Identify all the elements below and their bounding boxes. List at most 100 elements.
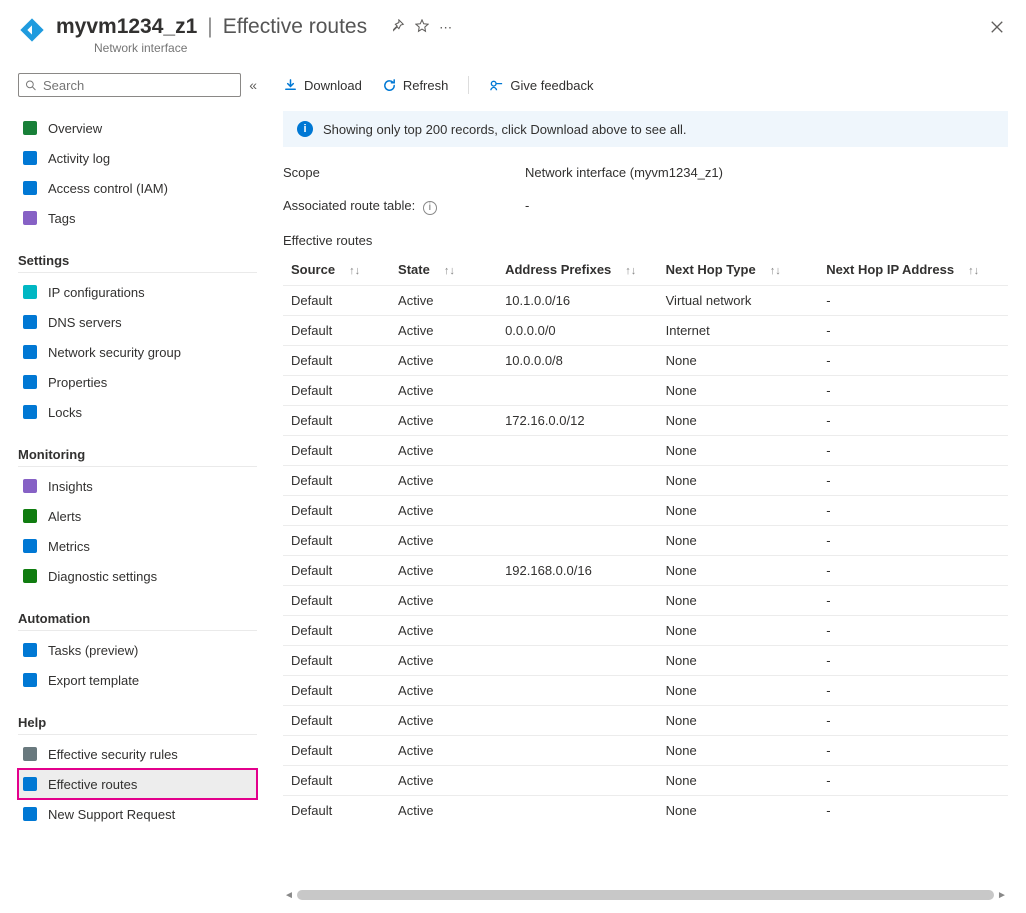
- cell-us: -: [1000, 645, 1008, 675]
- table-row[interactable]: DefaultActiveNone--: [283, 765, 1008, 795]
- col-us[interactable]: Us: [1000, 254, 1008, 286]
- table-row[interactable]: DefaultActiveNone--: [283, 525, 1008, 555]
- cell-nhip: -: [818, 675, 1000, 705]
- sidebar-item-network-security-group[interactable]: Network security group: [18, 337, 257, 367]
- sidebar-item-activity-log[interactable]: Activity log: [18, 143, 257, 173]
- download-button[interactable]: Download: [283, 78, 362, 93]
- table-row[interactable]: DefaultActive10.1.0.0/16Virtual network-…: [283, 285, 1008, 315]
- scroll-right-icon[interactable]: ►: [996, 890, 1008, 900]
- cell-us: -: [1000, 495, 1008, 525]
- scope-label: Scope: [283, 165, 525, 180]
- associated-route-label: Associated route table:: [283, 198, 415, 213]
- sidebar-heading-automation: Automation: [18, 607, 257, 631]
- feedback-button[interactable]: Give feedback: [489, 78, 593, 93]
- search-input[interactable]: [41, 77, 234, 94]
- cell-nhip: -: [818, 315, 1000, 345]
- sidebar-item-tasks-preview-[interactable]: Tasks (preview): [18, 635, 257, 665]
- table-row[interactable]: DefaultActiveNone--: [283, 375, 1008, 405]
- cell-prefix: [497, 795, 658, 825]
- sort-icon[interactable]: ↑↓: [625, 265, 636, 277]
- cell-us: -: [1000, 765, 1008, 795]
- item-icon: [22, 806, 38, 822]
- cell-state: Active: [390, 315, 497, 345]
- col-next-hop-ip[interactable]: Next Hop IP Address↑↓: [818, 254, 1000, 286]
- table-row[interactable]: DefaultActiveNone--: [283, 495, 1008, 525]
- sidebar-item-metrics[interactable]: Metrics: [18, 531, 257, 561]
- cell-source: Default: [283, 555, 390, 585]
- col-source[interactable]: Source↑↓: [283, 254, 390, 286]
- sidebar-item-export-template[interactable]: Export template: [18, 665, 257, 695]
- cell-nhip: -: [818, 525, 1000, 555]
- col-state[interactable]: State↑↓: [390, 254, 497, 286]
- cell-source: Default: [283, 735, 390, 765]
- scroll-left-icon[interactable]: ◄: [283, 890, 295, 900]
- sidebar-item-label: Tasks (preview): [48, 643, 138, 658]
- sidebar-heading-monitoring: Monitoring: [18, 443, 257, 467]
- sidebar-item-ip-configurations[interactable]: IP configurations: [18, 277, 257, 307]
- refresh-button[interactable]: Refresh: [382, 78, 449, 93]
- cell-source: Default: [283, 315, 390, 345]
- table-row[interactable]: DefaultActiveNone--: [283, 435, 1008, 465]
- sidebar-item-properties[interactable]: Properties: [18, 367, 257, 397]
- sidebar-item-overview[interactable]: Overview: [18, 113, 257, 143]
- sidebar-item-effective-routes[interactable]: Effective routes: [18, 769, 257, 799]
- cell-us: -: [1000, 525, 1008, 555]
- sort-icon[interactable]: ↑↓: [444, 265, 455, 277]
- horizontal-scrollbar[interactable]: ◄ ►: [283, 888, 1008, 902]
- associated-route-value: -: [525, 198, 529, 215]
- cell-us: -: [1000, 375, 1008, 405]
- table-row[interactable]: DefaultActive172.16.0.0/12None--: [283, 405, 1008, 435]
- sort-icon[interactable]: ↑↓: [770, 265, 781, 277]
- collapse-sidebar-icon[interactable]: «: [249, 77, 257, 93]
- cell-source: Default: [283, 285, 390, 315]
- cell-prefix: [497, 645, 658, 675]
- sidebar-item-diagnostic-settings[interactable]: Diagnostic settings: [18, 561, 257, 591]
- cell-source: Default: [283, 615, 390, 645]
- sidebar-item-dns-servers[interactable]: DNS servers: [18, 307, 257, 337]
- sort-icon[interactable]: ↑↓: [349, 265, 360, 277]
- table-row[interactable]: DefaultActiveNone--: [283, 615, 1008, 645]
- cell-nht: None: [658, 405, 819, 435]
- table-row[interactable]: DefaultActiveNone--: [283, 735, 1008, 765]
- cell-nht: None: [658, 765, 819, 795]
- cell-state: Active: [390, 645, 497, 675]
- cell-prefix: [497, 585, 658, 615]
- sidebar-item-label: Effective security rules: [48, 747, 178, 762]
- table-row[interactable]: DefaultActive0.0.0.0/0Internet--: [283, 315, 1008, 345]
- sidebar-item-alerts[interactable]: Alerts: [18, 501, 257, 531]
- table-row[interactable]: DefaultActive192.168.0.0/16None--: [283, 555, 1008, 585]
- table-row[interactable]: DefaultActiveNone--: [283, 675, 1008, 705]
- sort-icon[interactable]: ↑↓: [968, 265, 979, 277]
- page-title: Effective routes: [223, 15, 367, 39]
- item-icon: [22, 568, 38, 584]
- sidebar-search[interactable]: [18, 73, 241, 97]
- cell-nht: None: [658, 645, 819, 675]
- table-row[interactable]: DefaultActiveNone--: [283, 645, 1008, 675]
- table-row[interactable]: DefaultActive10.0.0.0/8None--: [283, 345, 1008, 375]
- table-row[interactable]: DefaultActiveNone--: [283, 705, 1008, 735]
- close-icon[interactable]: [990, 20, 1004, 37]
- cell-nhip: -: [818, 465, 1000, 495]
- scroll-thumb[interactable]: [297, 890, 994, 900]
- item-icon: [22, 672, 38, 688]
- favorite-icon[interactable]: [415, 19, 429, 36]
- cell-nhip: -: [818, 405, 1000, 435]
- table-row[interactable]: DefaultActiveNone--: [283, 585, 1008, 615]
- table-row[interactable]: DefaultActiveNone--: [283, 465, 1008, 495]
- sidebar-item-label: Locks: [48, 405, 82, 420]
- table-row[interactable]: DefaultActiveNone--: [283, 795, 1008, 825]
- sidebar-item-insights[interactable]: Insights: [18, 471, 257, 501]
- sidebar-item-new-support-request[interactable]: New Support Request: [18, 799, 257, 829]
- sidebar-item-effective-security-rules[interactable]: Effective security rules: [18, 739, 257, 769]
- more-icon[interactable]: ⋯: [439, 20, 454, 36]
- pin-icon[interactable]: [391, 19, 405, 36]
- help-icon[interactable]: i: [423, 201, 437, 215]
- sidebar-item-label: IP configurations: [48, 285, 145, 300]
- cell-prefix: [497, 615, 658, 645]
- sidebar-item-tags[interactable]: Tags: [18, 203, 257, 233]
- col-address-prefixes[interactable]: Address Prefixes↑↓: [497, 254, 658, 286]
- sidebar-item-locks[interactable]: Locks: [18, 397, 257, 427]
- col-next-hop-type[interactable]: Next Hop Type↑↓: [658, 254, 819, 286]
- sidebar-item-label: Insights: [48, 479, 93, 494]
- sidebar-item-access-control-iam-[interactable]: Access control (IAM): [18, 173, 257, 203]
